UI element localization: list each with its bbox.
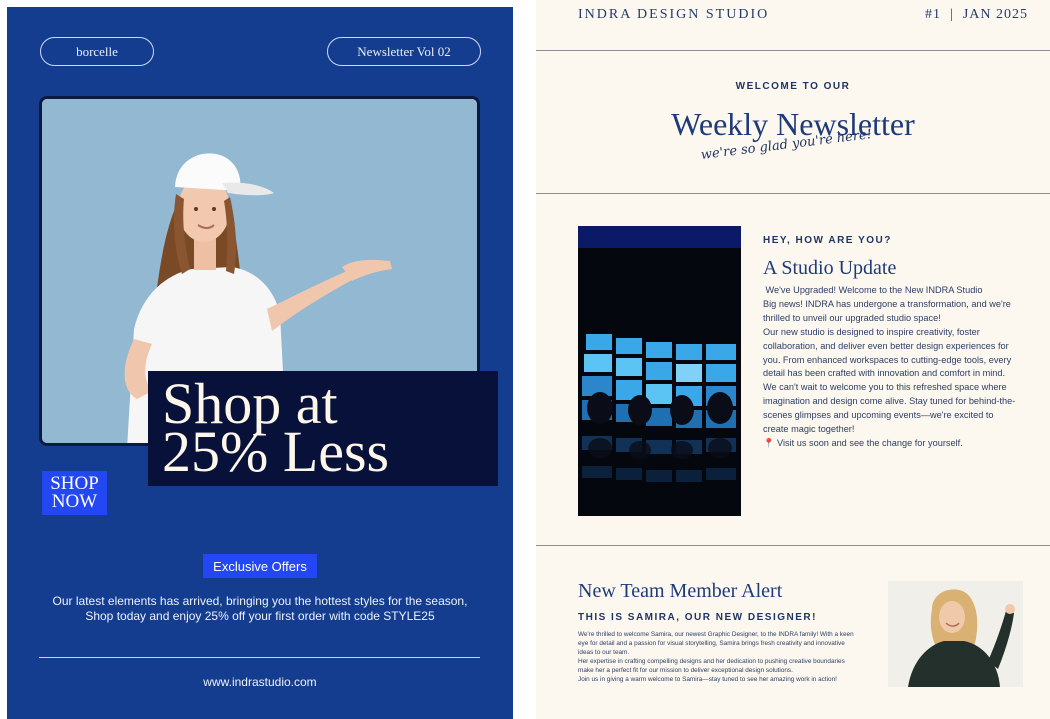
promo-description: Our latest elements has arrived, bringin… xyxy=(27,594,493,624)
promo-newsletter: borcelle Newsletter Vol 02 Shop at 25% L… xyxy=(7,7,513,719)
shop-now-button[interactable]: SHOP NOW xyxy=(42,471,107,515)
headline-box: Shop at 25% Less xyxy=(148,371,498,486)
shop-now-line-2: NOW xyxy=(51,491,98,512)
update-body: We've Upgraded! Welcome to the New INDRA… xyxy=(763,284,1018,451)
volume-pill: Newsletter Vol 02 xyxy=(327,37,481,66)
team-subtitle: THIS IS SAMIRA, OUR NEW DESIGNER! xyxy=(578,612,817,623)
studio-photo xyxy=(578,226,741,516)
smiling-woman-portrait-image xyxy=(888,581,1023,687)
update-paragraph: Our new studio is designed to inspire cr… xyxy=(763,326,1012,379)
divider xyxy=(536,50,1050,51)
divider xyxy=(536,545,1050,546)
update-paragraph: 📍 Visit us soon and see the change for y… xyxy=(763,437,963,448)
update-paragraph: We can't wait to welcome you to this ref… xyxy=(763,382,1016,435)
team-title: New Team Member Alert xyxy=(578,580,783,602)
update-title: A Studio Update xyxy=(763,257,897,279)
website-link[interactable]: www.indrastudio.com xyxy=(7,675,513,689)
divider xyxy=(39,657,480,658)
promo-copy-line-2: Shop today and enjoy 25% off your first … xyxy=(85,609,435,623)
update-paragraph: Big news! INDRA has undergone a transfor… xyxy=(763,298,1011,323)
brand-pill: borcelle xyxy=(40,37,154,66)
studio-name: INDRA DESIGN STUDIO xyxy=(578,7,770,22)
studio-newsletter: INDRA DESIGN STUDIO #1 | JAN 2025 WELCOM… xyxy=(536,0,1050,719)
team-paragraph: Her expertise in crafting compelling des… xyxy=(578,657,845,674)
update-paragraph: We've Upgraded! Welcome to the New INDRA… xyxy=(763,285,983,295)
issue-label: #1 | JAN 2025 xyxy=(925,7,1028,22)
welcome-label: WELCOME TO OUR xyxy=(735,81,851,92)
team-body: We're thrilled to welcome Samira, our ne… xyxy=(578,631,858,684)
divider xyxy=(536,193,1050,194)
exclusive-offers-badge: Exclusive Offers xyxy=(203,554,317,578)
samira-photo xyxy=(888,581,1023,687)
team-paragraph: We're thrilled to welcome Samira, our ne… xyxy=(578,631,854,656)
greeting-label: HEY, HOW ARE YOU? xyxy=(763,235,892,246)
promo-copy-line-1: Our latest elements has arrived, bringin… xyxy=(52,594,468,608)
blue-screen-wall-with-chairs-image xyxy=(578,226,741,516)
team-paragraph: Join us in giving a warm welcome to Sami… xyxy=(578,675,837,683)
headline-line-2: 25% Less xyxy=(162,419,390,484)
